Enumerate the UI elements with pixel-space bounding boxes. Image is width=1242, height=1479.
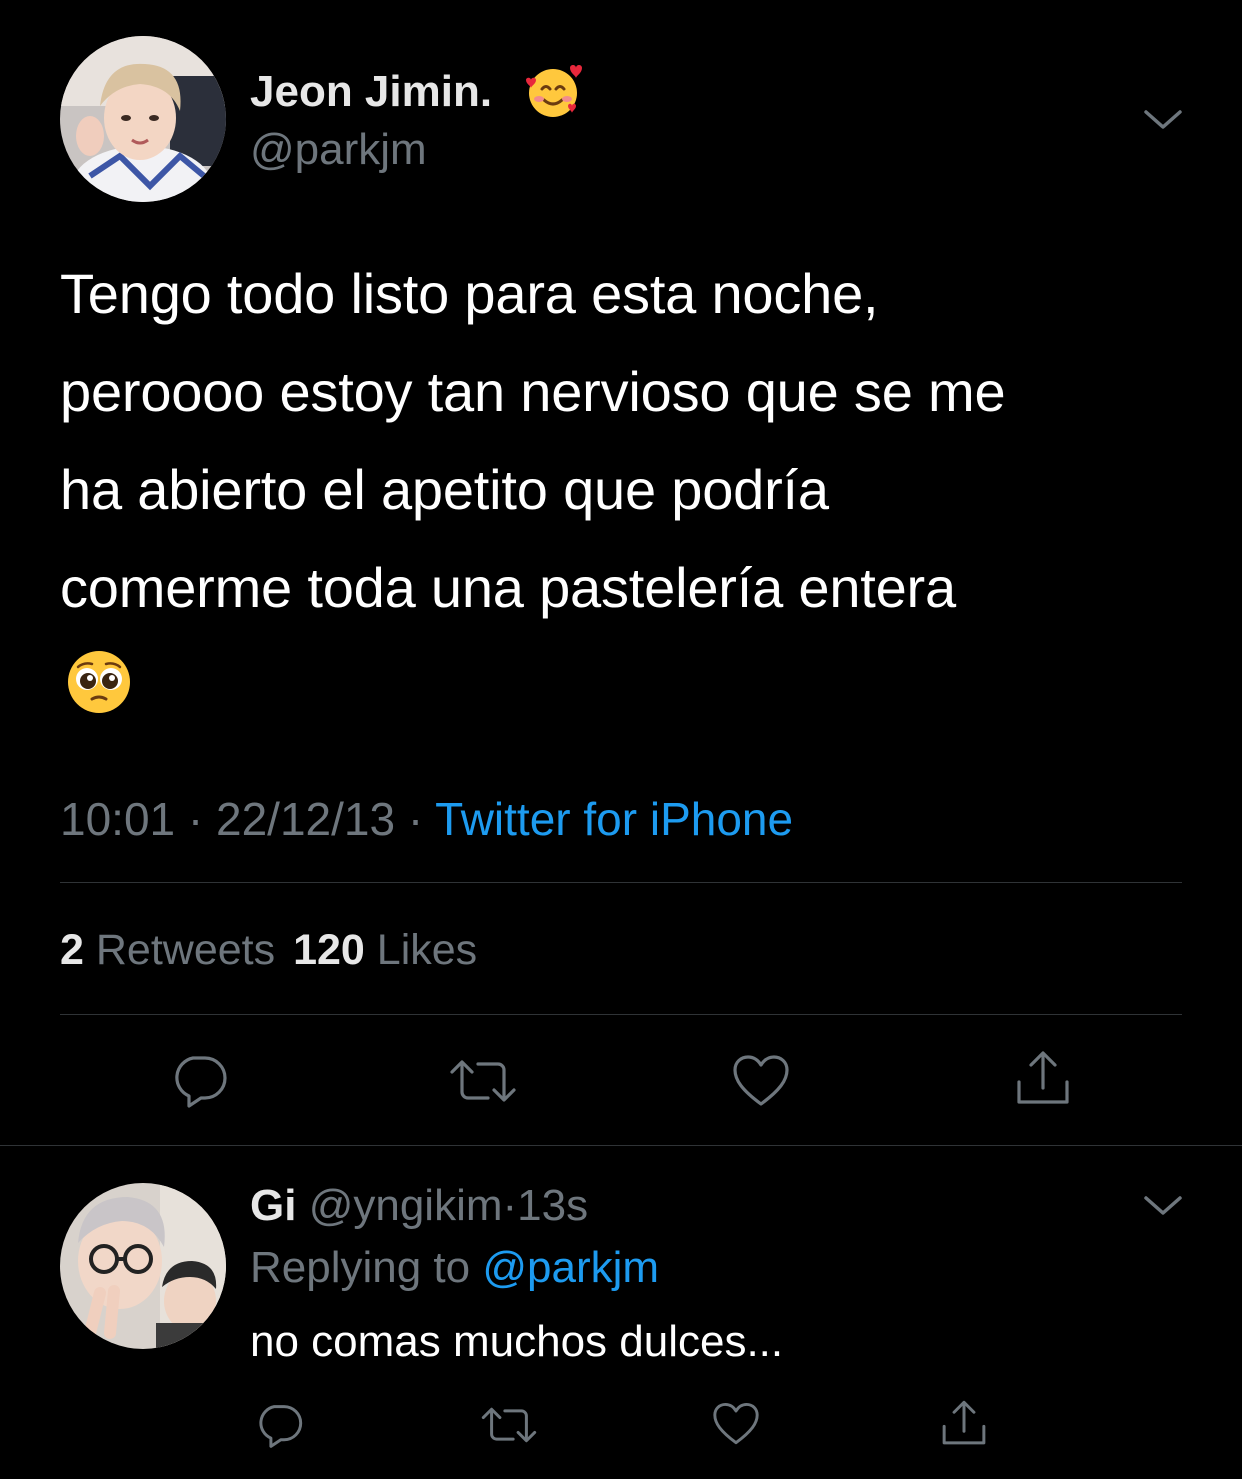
- meta-separator: ·: [187, 793, 204, 845]
- tweet-text: Tengo todo listo para esta noche, perooo…: [60, 245, 1210, 637]
- likes-link[interactable]: 120 Likes: [293, 926, 477, 974]
- likes-label: Likes: [376, 926, 478, 974]
- author-avatar[interactable]: [60, 36, 226, 202]
- retweets-link[interactable]: 2 Retweets: [60, 926, 287, 974]
- share-icon: [942, 1400, 986, 1445]
- tweet-text-line: Tengo todo listo para esta noche,: [60, 262, 879, 325]
- reply-timestamp[interactable]: 13s: [517, 1181, 588, 1230]
- divider: [60, 1014, 1182, 1015]
- retweet-icon: [481, 1407, 537, 1443]
- author-handle[interactable]: @parkjm: [250, 124, 427, 176]
- reply-text: no comas muchos dulces...: [250, 1317, 784, 1366]
- reply-header: Gi @yngikim·13s: [250, 1180, 588, 1232]
- replying-to-handle[interactable]: @parkjm: [482, 1243, 659, 1292]
- retweets-label: Retweets: [95, 926, 276, 974]
- retweets-count: 2: [60, 926, 84, 974]
- chevron-down-icon[interactable]: [1142, 104, 1184, 134]
- likes-count: 120: [293, 926, 365, 974]
- divider: [0, 1145, 1242, 1146]
- retweet-button[interactable]: [448, 1056, 518, 1106]
- reply-button[interactable]: [256, 1400, 304, 1448]
- replying-to: Replying to @parkjm: [250, 1242, 659, 1294]
- retweet-button[interactable]: [480, 1404, 538, 1446]
- reply-author-name[interactable]: Gi: [250, 1181, 296, 1230]
- reply-author-handle[interactable]: @yngikim: [309, 1181, 503, 1230]
- reply-icon: [175, 1056, 227, 1108]
- heart-icon: [713, 1402, 759, 1445]
- divider: [60, 882, 1182, 883]
- replying-to-label: Replying to: [250, 1243, 471, 1292]
- pleading-face-icon: [66, 649, 132, 715]
- reply-button[interactable]: [171, 1050, 229, 1108]
- meta-separator: ·: [407, 793, 424, 845]
- tweet-text-line: comerme toda una pastelería entera: [60, 556, 956, 619]
- tweet-date: 22/12/13: [216, 793, 396, 845]
- tweet-source-link[interactable]: Twitter for iPhone: [435, 793, 793, 845]
- retweet-icon: [450, 1060, 516, 1102]
- like-button[interactable]: [732, 1054, 790, 1108]
- share-button[interactable]: [940, 1398, 988, 1448]
- author-name[interactable]: Jeon Jimin.: [250, 66, 492, 118]
- chevron-down-icon[interactable]: [1142, 1190, 1184, 1220]
- tweet-stats: 2 Retweets 120 Likes: [60, 924, 477, 976]
- meta-separator: ·: [502, 1181, 518, 1230]
- tweet-text-line: peroooo estoy tan nervioso que se me: [60, 360, 1006, 423]
- share-icon: [1017, 1051, 1069, 1104]
- share-button[interactable]: [1014, 1048, 1072, 1108]
- reply-author-avatar[interactable]: [60, 1183, 226, 1349]
- tweet-time: 10:01: [60, 793, 176, 845]
- tweet-meta: 10:01 · 22/12/13 · Twitter for iPhone: [60, 792, 793, 846]
- reply-icon: [259, 1405, 303, 1448]
- heart-icon: [733, 1055, 789, 1106]
- smiling-face-with-hearts-icon: [524, 62, 582, 120]
- like-button[interactable]: [712, 1402, 760, 1446]
- tweet-text-line: ha abierto el apetito que podría: [60, 458, 829, 521]
